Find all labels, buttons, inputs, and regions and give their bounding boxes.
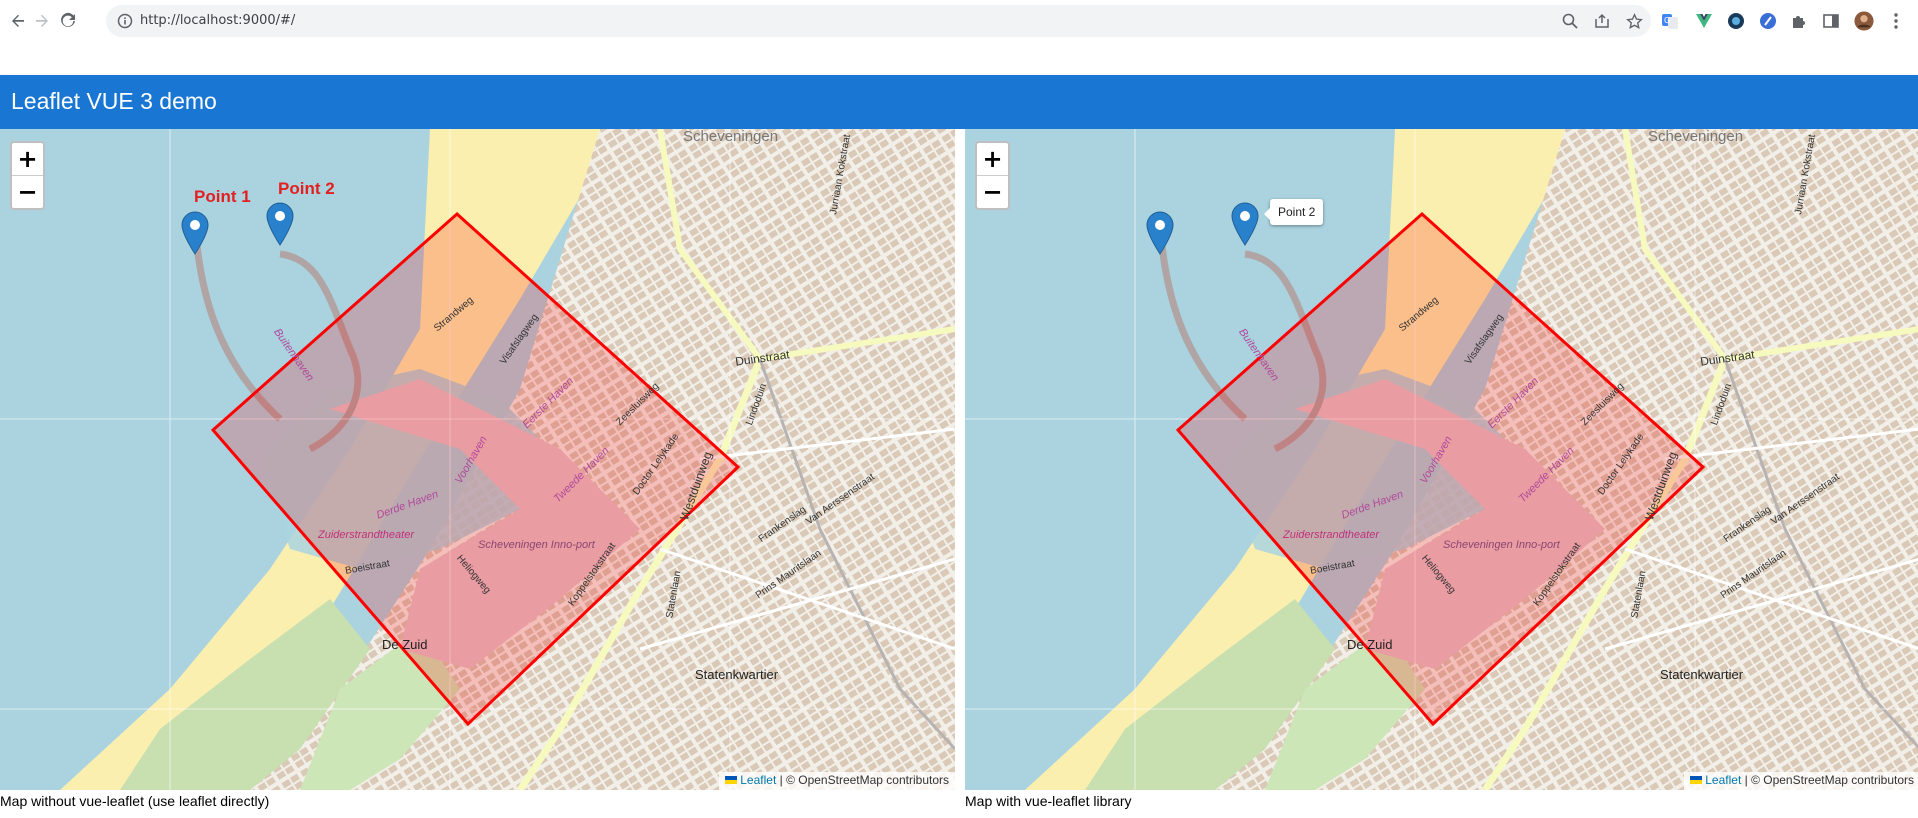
place-label: Zuiderstrandtheater	[1283, 529, 1379, 541]
profile-avatar[interactable]	[1854, 11, 1874, 31]
extension-icon[interactable]	[1726, 11, 1746, 31]
point-1-marker-icon[interactable]	[181, 211, 209, 255]
menu-icon[interactable]	[1886, 11, 1906, 31]
point-1-label: Point 1	[194, 187, 251, 206]
point-2-marker-icon[interactable]	[1231, 202, 1259, 246]
place-label: De Zuid	[382, 637, 428, 652]
map-2-caption: Map with vue-leaflet library	[965, 793, 1132, 809]
address-bar[interactable]: http://localhost:9000/#/	[106, 5, 1651, 37]
browser-toolbar: http://localhost:9000/#/ G	[0, 0, 1918, 42]
star-icon[interactable]	[1624, 11, 1644, 31]
zoom-out-button[interactable]: −	[12, 175, 43, 207]
point-2-marker-icon[interactable]	[266, 202, 294, 246]
point-2-label: Point 2	[278, 179, 335, 198]
attribution-text: | © OpenStreetMap contributors	[779, 773, 949, 787]
ukraine-flag-icon	[725, 776, 738, 784]
place-label: Scheveningen Inno-port	[478, 539, 595, 551]
vue-devtools-icon[interactable]	[1694, 11, 1714, 31]
info-icon[interactable]	[116, 12, 134, 30]
url-text[interactable]: http://localhost:9000/#/	[140, 13, 295, 28]
app-title: Leaflet VUE 3 demo	[11, 88, 217, 114]
map-with-vue-leaflet[interactable]: + − Scheveningen De Zuid Statenkwartier …	[965, 129, 1918, 790]
place-label: Scheveningen	[1648, 129, 1744, 145]
svg-text:G: G	[1664, 16, 1670, 25]
app-header: Leaflet VUE 3 demo	[0, 75, 1918, 129]
place-label: Scheveningen	[683, 129, 779, 145]
zoom-icon[interactable]	[1560, 11, 1580, 31]
attribution: Leaflet | © OpenStreetMap contributors	[1684, 772, 1918, 790]
zoom-out-button[interactable]: −	[977, 175, 1008, 207]
zoom-in-button[interactable]: +	[12, 143, 43, 175]
attribution: Leaflet | © OpenStreetMap contributors	[719, 772, 955, 790]
place-label: Statenkwartier	[1660, 667, 1744, 682]
place-label: Statenkwartier	[695, 667, 779, 682]
zoom-control: + −	[975, 141, 1010, 210]
extension-icon-2[interactable]	[1758, 11, 1778, 31]
forward-icon[interactable]	[30, 9, 54, 33]
map-1-caption: Map without vue-leaflet (use leaflet dir…	[0, 793, 270, 809]
attribution-text: | © OpenStreetMap contributors	[1744, 773, 1914, 787]
point-2-tooltip: Point 2	[1263, 199, 1324, 225]
back-icon[interactable]	[6, 9, 30, 33]
place-label: Scheveningen Inno-port	[1443, 539, 1560, 551]
share-icon[interactable]	[1592, 11, 1612, 31]
reload-icon[interactable]	[56, 9, 80, 33]
place-label: De Zuid	[1347, 637, 1393, 652]
translate-icon[interactable]: G	[1660, 11, 1680, 31]
map-without-vue-leaflet[interactable]: + − Scheveningen De Zuid Statenkwartier …	[0, 129, 955, 790]
zoom-control: + −	[10, 141, 45, 210]
ukraine-flag-icon	[1690, 776, 1703, 784]
place-label: Zuiderstrandtheater	[318, 529, 414, 541]
leaflet-link[interactable]: Leaflet	[740, 773, 776, 787]
puzzle-icon[interactable]	[1789, 11, 1809, 31]
map-divider	[955, 129, 965, 790]
leaflet-link[interactable]: Leaflet	[1705, 773, 1741, 787]
zoom-in-button[interactable]: +	[977, 143, 1008, 175]
sidepanel-icon[interactable]	[1821, 11, 1841, 31]
point-1-marker-icon[interactable]	[1146, 211, 1174, 255]
